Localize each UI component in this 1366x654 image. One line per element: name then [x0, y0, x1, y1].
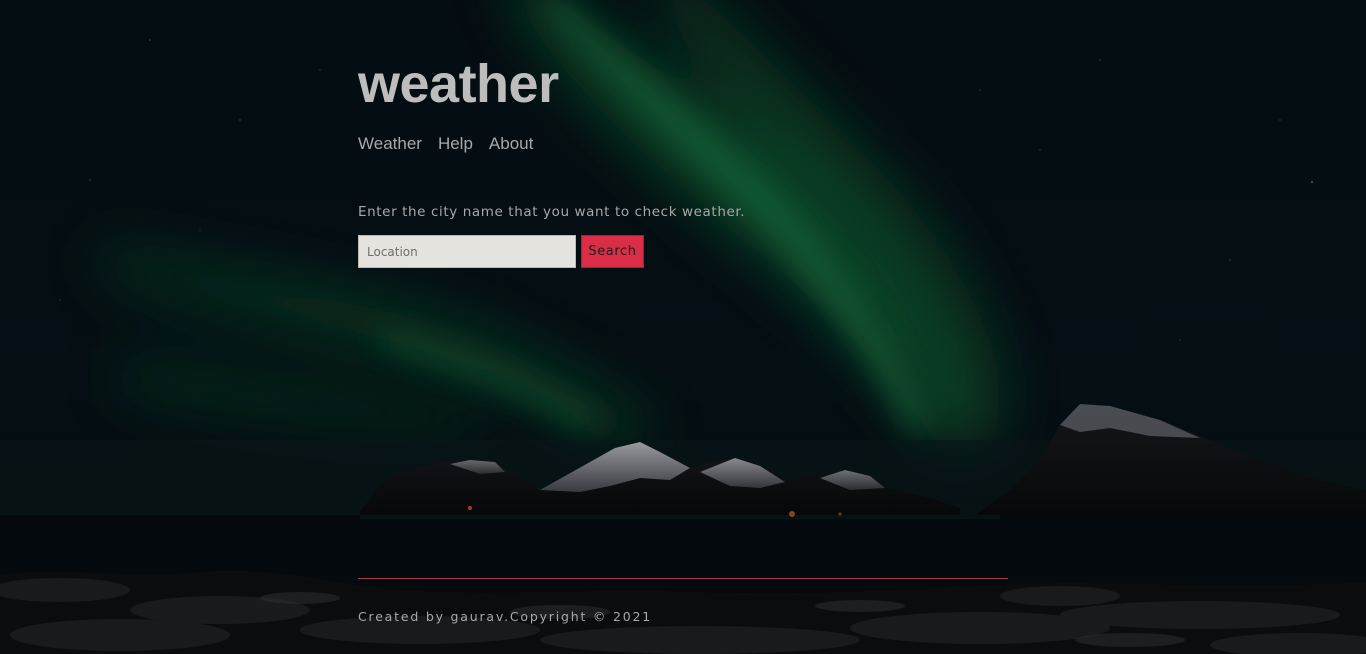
search-button[interactable]: Search [581, 235, 644, 268]
search-form: Search [358, 235, 644, 268]
nav-link-weather[interactable]: Weather [358, 134, 422, 154]
location-input[interactable] [358, 235, 576, 268]
nav-link-about[interactable]: About [489, 134, 533, 154]
footer-copyright: Created by gaurav.Copyright © 2021 [358, 609, 652, 624]
nav-link-help[interactable]: Help [438, 134, 473, 154]
site-title: weather [358, 54, 559, 114]
main-nav: Weather Help About [358, 134, 533, 154]
footer-divider [358, 578, 1008, 579]
page-content: weather Weather Help About Enter the cit… [358, 0, 1008, 654]
search-prompt: Enter the city name that you want to che… [358, 204, 746, 220]
